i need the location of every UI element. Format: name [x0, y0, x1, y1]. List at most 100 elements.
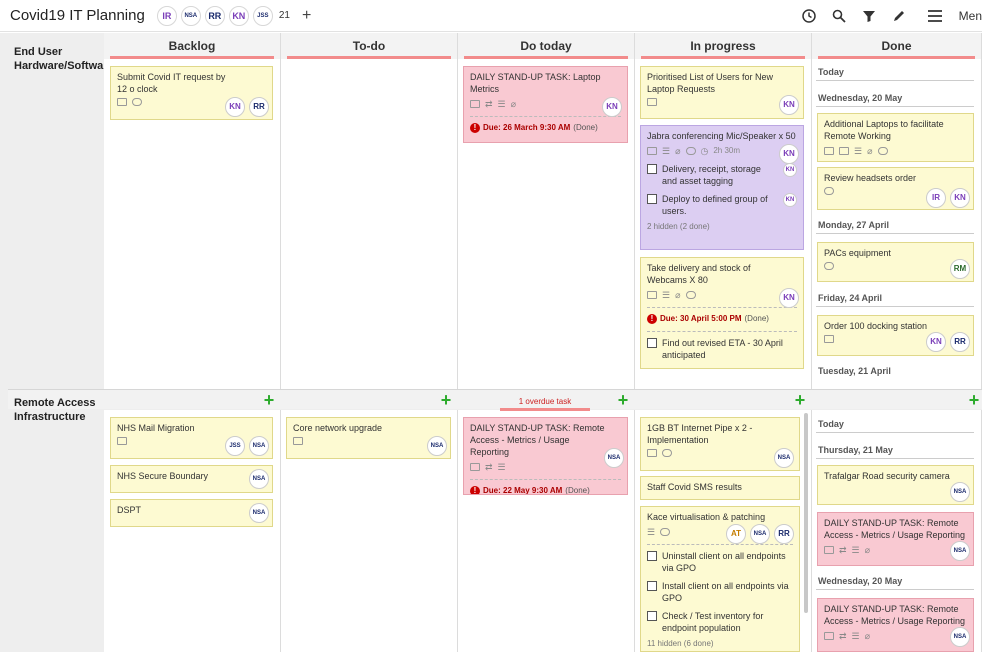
assignee-avatar[interactable]: NSA [750, 524, 770, 544]
column-header-todo[interactable]: To-do [281, 33, 458, 59]
due-date: ! Due: 26 March 9:30 AM (Done) [470, 116, 621, 134]
checkbox[interactable] [647, 551, 657, 561]
repeat-icon: ⇄ [839, 631, 847, 641]
card[interactable]: Kace virtualisation & patching ☰ AT NSA … [640, 506, 800, 652]
assignee-avatar[interactable]: JSS [225, 436, 245, 456]
checkbox[interactable] [647, 581, 657, 591]
checklist-text: Find out revised ETA - 30 April anticipa… [662, 338, 783, 360]
assignee-avatar[interactable]: AT [726, 524, 746, 544]
add-card-button[interactable]: + [261, 391, 277, 409]
card[interactable]: Review headsets order IR KN [817, 167, 974, 210]
add-card-button[interactable]: + [615, 391, 631, 409]
assignee-avatar[interactable]: KN [779, 95, 799, 115]
overdue-indicator[interactable]: 1 overdue task [500, 397, 590, 406]
column-header-backlog[interactable]: Backlog [104, 33, 281, 59]
checklist-item: Delivery, receipt, storage and asset tag… [647, 163, 797, 187]
filter-icon[interactable] [861, 8, 877, 24]
card[interactable]: Submit Covid IT request by 12 o clock KN… [110, 66, 273, 120]
lane1-todo-column [281, 59, 458, 389]
hidden-items-note[interactable]: 11 hidden (6 done) [647, 638, 793, 650]
assignee-avatar[interactable]: RR [950, 332, 970, 352]
column-header-do-today[interactable]: Do today [458, 33, 635, 59]
menu-label[interactable]: Men [959, 9, 982, 23]
member-avatar[interactable]: RR [204, 5, 225, 26]
add-card-button[interactable]: + [966, 391, 982, 409]
card[interactable]: DAILY STAND-UP TASK: Remote Access - Met… [817, 512, 974, 566]
date-group-header: Wednesday, 20 May [818, 576, 903, 586]
lane-label-remote-access[interactable]: Remote Access Infrastructure [8, 390, 104, 430]
assignee-avatar[interactable]: NSA [249, 436, 269, 456]
pencil-icon[interactable] [891, 8, 907, 24]
member-avatar[interactable]: JSS [252, 5, 273, 26]
assignee-avatar[interactable]: NSA [950, 482, 970, 502]
card[interactable]: Additional Laptops to facilitate Remote … [817, 113, 974, 162]
checkbox[interactable] [647, 194, 657, 204]
card[interactable]: NHS Mail Migration JSS NSA [110, 417, 273, 459]
assignee-avatar[interactable]: RR [249, 97, 269, 117]
menu-icon[interactable] [927, 8, 943, 24]
assignee-avatar[interactable]: NSA [249, 503, 269, 523]
member-avatar[interactable]: KN [228, 5, 249, 26]
due-text: Due: 22 May 9:30 AM [483, 486, 563, 495]
column-header-done[interactable]: Done [812, 33, 982, 59]
card[interactable]: Core network upgrade NSA [286, 417, 451, 459]
card[interactable]: 1GB BT Internet Pipe x 2 - Implementatio… [640, 417, 800, 471]
card-title: PACs equipment [824, 248, 891, 258]
assignee-avatar[interactable]: KN [783, 163, 797, 177]
checklist-icon: ☰ [662, 290, 671, 300]
assignee-avatar[interactable]: IR [926, 188, 946, 208]
card[interactable]: Prioritised List of Users for New Laptop… [640, 66, 804, 119]
assignee-avatar[interactable]: KN [950, 188, 970, 208]
assignee-avatar[interactable]: KN [779, 144, 799, 164]
assignee-avatar[interactable]: NSA [950, 541, 970, 561]
description-icon [470, 463, 480, 471]
assignee-avatar[interactable]: NSA [774, 448, 794, 468]
member-avatar[interactable]: NSA [180, 5, 201, 26]
add-card-button[interactable]: + [438, 391, 454, 409]
card[interactable]: Order 100 docking station KN RR [817, 315, 974, 356]
assignee-avatar[interactable]: KN [783, 193, 797, 207]
date-divider [816, 233, 974, 234]
assignee-avatar[interactable]: KN [779, 288, 799, 308]
card[interactable]: Take delivery and stock of Webcams X 80 … [640, 257, 804, 369]
checkbox[interactable] [647, 611, 657, 621]
assignee-avatar[interactable]: RM [950, 259, 970, 279]
clock-icon[interactable] [801, 8, 817, 24]
hidden-items-note[interactable]: 2 hidden (2 done) [647, 221, 797, 233]
assignee-avatar[interactable]: KN [225, 97, 245, 117]
card[interactable]: DSPT NSA [110, 499, 273, 527]
card-title: DAILY STAND-UP TASK: Laptop Metrics [470, 72, 601, 94]
attachment-icon: ⌀ [510, 99, 517, 109]
card[interactable]: Staff Covid SMS results [640, 476, 800, 500]
card[interactable]: DAILY STAND-UP TASK: Remote Access - Met… [817, 598, 974, 652]
date-divider [816, 432, 974, 433]
description-icon [824, 335, 834, 343]
assignee-avatar[interactable]: NSA [604, 448, 624, 468]
assignee-avatar[interactable]: NSA [249, 469, 269, 489]
checkbox[interactable] [647, 338, 657, 348]
card[interactable]: DAILY STAND-UP TASK: Laptop Metrics ⇄ ☰ ⌀ … [463, 66, 628, 143]
card-title: Jabra conferencing Mic/Speaker x 50 [647, 131, 796, 141]
lane-label-end-user[interactable]: End User Hardware/Software [8, 39, 114, 79]
member-count[interactable]: 21 [279, 10, 290, 21]
time-estimate: 2h 30m [713, 146, 741, 155]
assignee-avatar[interactable]: NSA [427, 436, 447, 456]
card[interactable]: DAILY STAND-UP TASK: Remote Access - Met… [463, 417, 628, 495]
card-title: Kace virtualisation & patching [647, 512, 766, 522]
checklist-text: Uninstall client on all endpoints via GP… [662, 551, 786, 573]
column-header-in-progress[interactable]: In progress [635, 33, 812, 59]
card[interactable]: Jabra conferencing Mic/Speaker x 50 ☰ ⌀ … [640, 125, 804, 250]
add-card-button[interactable]: + [792, 391, 808, 409]
assignee-avatar[interactable]: RR [774, 524, 794, 544]
add-member-button[interactable]: + [302, 7, 311, 25]
card[interactable]: PACs equipment RM [817, 242, 974, 282]
scrollbar[interactable] [804, 413, 808, 613]
search-icon[interactable] [831, 8, 847, 24]
card[interactable]: NHS Secure Boundary NSA [110, 465, 273, 493]
assignee-avatar[interactable]: NSA [950, 627, 970, 647]
card[interactable]: Trafalgar Road security camera NSA [817, 465, 974, 505]
assignee-avatar[interactable]: KN [926, 332, 946, 352]
member-avatar[interactable]: IR [156, 5, 177, 26]
assignee-avatar[interactable]: KN [602, 97, 622, 117]
checkbox[interactable] [647, 164, 657, 174]
